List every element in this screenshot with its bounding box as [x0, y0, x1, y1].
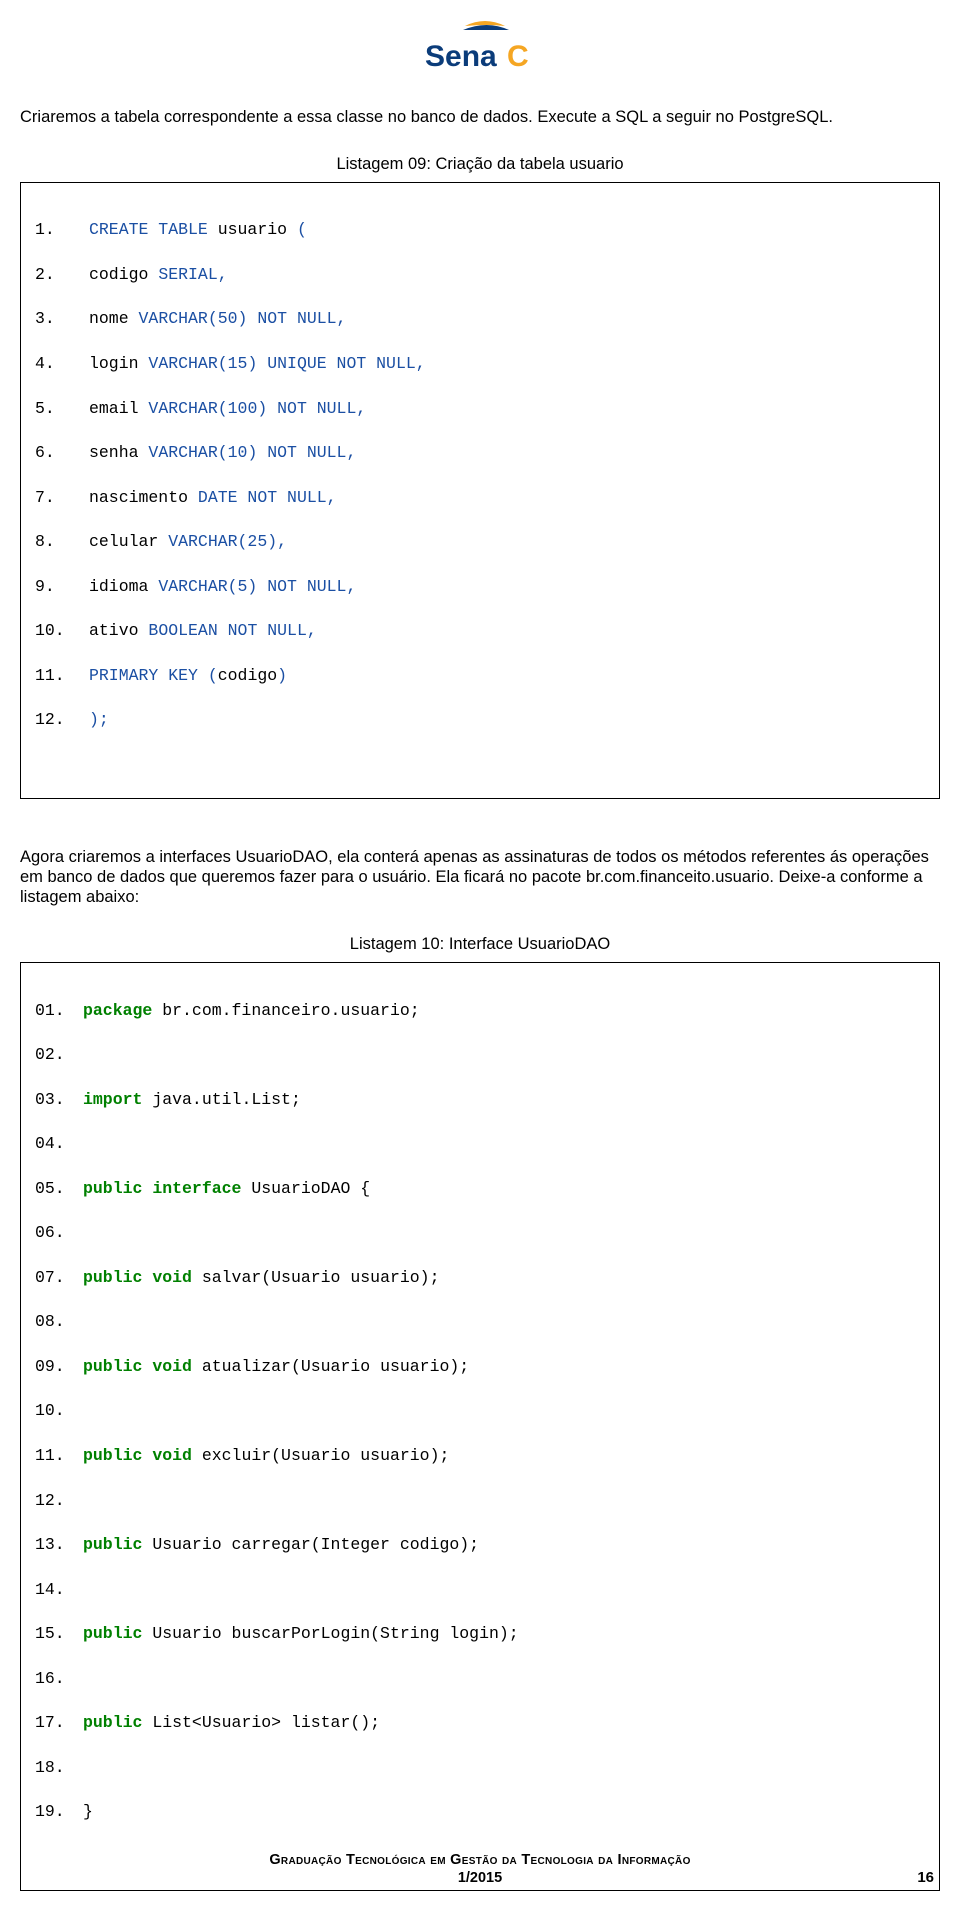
- code-line: 14.: [35, 1579, 925, 1601]
- code-line: 10.ativo BOOLEAN NOT NULL,: [35, 620, 925, 642]
- code-line: 09.public void atualizar(Usuario usuario…: [35, 1356, 925, 1378]
- code-line: 1.CREATE TABLE usuario (: [35, 219, 925, 241]
- page-footer: Graduação Tecnológica em Gestão da Tecno…: [0, 1852, 960, 1887]
- code-line: 04.: [35, 1133, 925, 1155]
- code-line: 02.: [35, 1044, 925, 1066]
- code-line: 17.public List<Usuario> listar();: [35, 1712, 925, 1734]
- code-line: 11.public void excluir(Usuario usuario);: [35, 1445, 925, 1467]
- svg-text:Sena: Sena: [425, 40, 497, 73]
- code-line: 13.public Usuario carregar(Integer codig…: [35, 1534, 925, 1556]
- middle-paragraph: Agora criaremos a interfaces UsuarioDAO,…: [20, 847, 940, 907]
- intro-paragraph: Criaremos a tabela correspondente a essa…: [20, 107, 940, 127]
- svg-text:C: C: [507, 40, 529, 73]
- code-line: 03.import java.util.List;: [35, 1089, 925, 1111]
- code-line: 16.: [35, 1668, 925, 1690]
- sql-code-block: 1.CREATE TABLE usuario ( 2.codigo SERIAL…: [20, 182, 940, 799]
- code-line: 7.nascimento DATE NOT NULL,: [35, 487, 925, 509]
- footer-title: Graduação Tecnológica em Gestão da Tecno…: [0, 1852, 960, 1869]
- code-line: 2.codigo SERIAL,: [35, 264, 925, 286]
- code-line: 18.: [35, 1757, 925, 1779]
- document-page: Sena C Criaremos a tabela correspondente…: [0, 18, 960, 1911]
- code-line: 01.package br.com.financeiro.usuario;: [35, 1000, 925, 1022]
- code-line: 05.public interface UsuarioDAO {: [35, 1178, 925, 1200]
- senac-logo-icon: Sena C: [415, 18, 545, 76]
- code-line: 4.login VARCHAR(15) UNIQUE NOT NULL,: [35, 353, 925, 375]
- code-line: 07.public void salvar(Usuario usuario);: [35, 1267, 925, 1289]
- code-line: 06.: [35, 1222, 925, 1244]
- code-line: 10.: [35, 1400, 925, 1422]
- code-line: 8.celular VARCHAR(25),: [35, 531, 925, 553]
- code-line: 12.);: [35, 709, 925, 731]
- code-line: 15.public Usuario buscarPorLogin(String …: [35, 1623, 925, 1645]
- java-code-block: 01.package br.com.financeiro.usuario; 02…: [20, 962, 940, 1891]
- code-line: 9.idioma VARCHAR(5) NOT NULL,: [35, 576, 925, 598]
- code-line: 19.}: [35, 1801, 925, 1823]
- code-line: 5.email VARCHAR(100) NOT NULL,: [35, 398, 925, 420]
- code-line: 6.senha VARCHAR(10) NOT NULL,: [35, 442, 925, 464]
- header-logo: Sena C: [20, 18, 940, 81]
- code-line: 11.PRIMARY KEY (codigo): [35, 665, 925, 687]
- footer-date: 1/2015 16: [0, 1870, 960, 1887]
- code-line: 3.nome VARCHAR(50) NOT NULL,: [35, 308, 925, 330]
- page-number: 16: [917, 1869, 934, 1887]
- listing-9-caption: Listagem 09: Criação da tabela usuario: [20, 155, 940, 174]
- code-line: 12.: [35, 1490, 925, 1512]
- code-line: 08.: [35, 1311, 925, 1333]
- listing-10-caption: Listagem 10: Interface UsuarioDAO: [20, 935, 940, 954]
